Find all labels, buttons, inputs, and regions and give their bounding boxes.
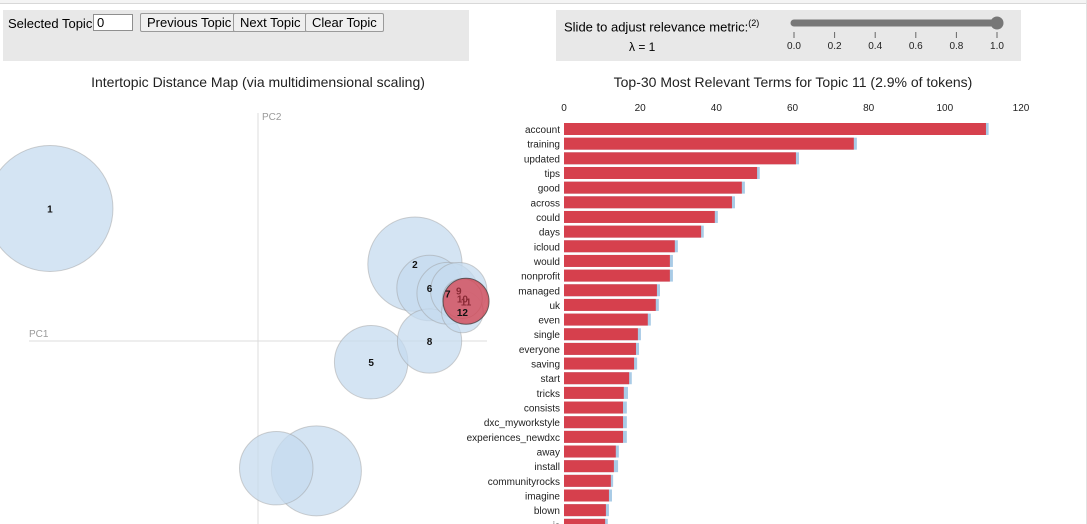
window-top-border	[0, 0, 1087, 4]
previous-topic-button[interactable]: Previous Topic	[140, 13, 239, 32]
x-tick-label: 100	[936, 103, 953, 114]
term-label-across[interactable]: across	[531, 198, 560, 209]
term-label-blown[interactable]: blown	[534, 506, 560, 517]
bar-topic-tricks[interactable]	[564, 386, 624, 399]
x-tick-label: 60	[787, 103, 799, 114]
term-label-good[interactable]: good	[538, 184, 560, 195]
term-label-uk[interactable]: uk	[549, 301, 561, 312]
term-label-single[interactable]: single	[534, 330, 561, 341]
bar-topic-start[interactable]	[564, 372, 630, 385]
topic-bubble-3[interactable]	[239, 430, 314, 506]
topic-label-8: 8	[427, 337, 433, 348]
slider-tick-label: 0.6	[909, 41, 923, 52]
term-label-training[interactable]: training	[527, 140, 560, 151]
relevance-label-text: Slide to adjust relevance metric:	[564, 19, 749, 35]
slider-tick-label: 0.8	[949, 41, 963, 52]
bar-topic-icloud[interactable]	[564, 240, 675, 253]
slider-tick-label: 1.0	[990, 41, 1004, 52]
term-label-could[interactable]: could	[536, 213, 560, 224]
bar-topic-saving[interactable]	[564, 357, 635, 370]
bar-topic-experiences_newdxc[interactable]	[564, 430, 624, 443]
term-label-imagine[interactable]: imagine	[525, 492, 560, 503]
term-label-everyone[interactable]: everyone	[519, 345, 561, 356]
lambda-value: λ = 1	[629, 40, 656, 54]
bar-topic-even[interactable]	[564, 313, 648, 326]
bar-topic-days[interactable]	[564, 225, 702, 238]
term-label-icloud[interactable]: icloud	[534, 242, 560, 253]
term-label-would[interactable]: would	[533, 257, 560, 268]
bar-topic-away[interactable]	[564, 445, 616, 458]
pc1-axis-label: PC1	[29, 329, 49, 340]
relevant-terms-bar-chart: Top-30 Most Relevant Terms for Topic 11 …	[467, 74, 1030, 524]
x-tick-label: 80	[863, 103, 875, 114]
term-label-days[interactable]: days	[539, 228, 560, 239]
term-label-tips[interactable]: tips	[544, 169, 560, 180]
bar-topic-single[interactable]	[564, 328, 638, 341]
slider-handle[interactable]	[990, 16, 1004, 30]
bar-topic-blown[interactable]	[564, 504, 606, 517]
bar-chart-title: Top-30 Most Relevant Terms for Topic 11 …	[614, 74, 973, 90]
term-label-tricks[interactable]: tricks	[537, 389, 560, 400]
selected-topic-input[interactable]: 0	[93, 14, 133, 31]
bar-topic-imagine[interactable]	[564, 489, 609, 502]
bar-topic-consists[interactable]	[564, 401, 624, 414]
bar-topic-could[interactable]	[564, 210, 715, 223]
term-label-saving[interactable]: saving	[531, 360, 560, 371]
slider-tick-label: 0.4	[868, 41, 882, 52]
slider-tick-label: 0.0	[787, 41, 801, 52]
term-label-managed[interactable]: managed	[518, 286, 560, 297]
bar-topic-training[interactable]	[564, 137, 854, 150]
term-label-nonprofit[interactable]: nonprofit	[521, 272, 560, 283]
topic-label-7: 7	[445, 289, 451, 300]
bar-topic-across[interactable]	[564, 196, 732, 209]
topic-label-6: 6	[427, 284, 433, 295]
topic-bubble-1[interactable]	[0, 145, 114, 272]
bar-topic-would[interactable]	[564, 254, 670, 267]
x-tick-label: 120	[1013, 103, 1030, 114]
relevance-footnote-link[interactable]: (2)	[748, 18, 759, 28]
term-label-updated[interactable]: updated	[524, 154, 560, 165]
slider-tick-label: 0.2	[828, 41, 842, 52]
map-title: Intertopic Distance Map (via multidimens…	[91, 74, 425, 90]
bar-topic-updated[interactable]	[564, 152, 796, 165]
bar-topic-uk[interactable]	[564, 298, 656, 311]
pc2-axis-label: PC2	[262, 112, 282, 123]
lambda-slider[interactable]: 0.0 0.2 0.4 0.6 0.8 1.0	[780, 10, 1020, 61]
bar-topic-communityrocks[interactable]	[564, 474, 611, 487]
term-label-account[interactable]: account	[525, 125, 560, 136]
bar-topic-nonprofit[interactable]	[564, 269, 670, 282]
bar-topic-everyone[interactable]	[564, 342, 636, 355]
topic-label-2: 2	[412, 260, 418, 271]
x-tick-label: 40	[711, 103, 723, 114]
bar-topic-tips[interactable]	[564, 166, 758, 179]
topic-control-panel: Selected Topic: 0 Previous Topic Next To…	[3, 10, 469, 61]
term-label-install[interactable]: install	[534, 462, 560, 473]
term-label-away[interactable]: away	[537, 448, 560, 459]
x-tick-label: 20	[635, 103, 647, 114]
clear-topic-button[interactable]: Clear Topic	[305, 13, 384, 32]
topic-label-5: 5	[368, 358, 374, 369]
intertopic-distance-map: Intertopic Distance Map (via multidimens…	[0, 74, 490, 524]
term-label-communityrocks[interactable]: communityrocks	[488, 477, 560, 488]
bar-topic-install[interactable]	[564, 460, 614, 473]
term-label-dxc_myworkstyle[interactable]: dxc_myworkstyle	[484, 418, 561, 429]
selected-topic-label: Selected Topic:	[8, 16, 96, 31]
topic-label-1: 1	[47, 205, 53, 216]
term-label-experiences_newdxc[interactable]: experiences_newdxc	[467, 433, 560, 444]
bar-topic-managed[interactable]	[564, 284, 657, 297]
relevance-panel: Slide to adjust relevance metric:(2) λ =…	[556, 10, 1021, 61]
next-topic-button[interactable]: Next Topic	[233, 13, 308, 32]
bar-topic-dxc_myworkstyle[interactable]	[564, 416, 624, 429]
term-label-even[interactable]: even	[538, 316, 560, 327]
relevance-label: Slide to adjust relevance metric:(2)	[564, 18, 759, 34]
bar-topic-is[interactable]	[564, 518, 606, 524]
bar-topic-account[interactable]	[564, 123, 986, 135]
x-tick-label: 0	[561, 103, 567, 114]
term-label-start[interactable]: start	[541, 374, 561, 385]
bar-topic-good[interactable]	[564, 181, 742, 194]
term-label-consists[interactable]: consists	[524, 404, 560, 415]
